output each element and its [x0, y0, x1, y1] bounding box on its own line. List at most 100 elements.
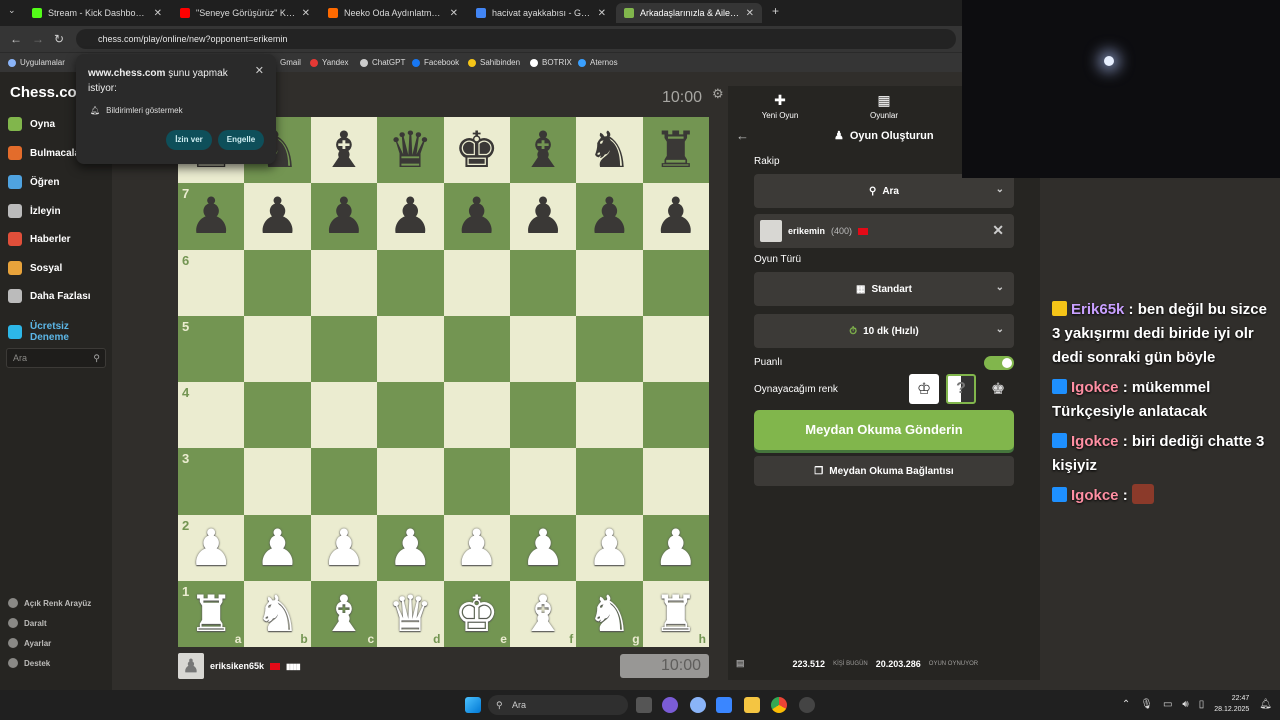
board-square[interactable]: 1 a ♜ — [178, 580, 245, 647]
black-rook-icon[interactable]: ♜ — [653, 125, 698, 175]
board-square[interactable] — [244, 448, 311, 515]
battery-icon[interactable]: ▯ — [1199, 699, 1205, 710]
sidebar-footer-item[interactable]: Daralt — [8, 618, 47, 628]
chat-icon[interactable]: ▤ — [736, 658, 745, 669]
sidebar-footer-item[interactable]: Destek — [8, 658, 50, 668]
windows-start-icon[interactable] — [465, 697, 481, 713]
bookmark-item[interactable]: ChatGPT — [360, 58, 405, 67]
file-explorer-icon[interactable] — [744, 697, 760, 713]
board-square[interactable]: ♜ — [642, 117, 709, 184]
board-square[interactable]: ♟ — [310, 183, 378, 250]
board-square[interactable]: b ♞ — [244, 580, 311, 647]
chess-board[interactable]: 8♜♞♝♛♚♝♞♜7♟♟♟♟♟♟♟♟65432♟♟♟♟♟♟♟♟1a♜b♞c♝d♛… — [178, 117, 709, 647]
board-square[interactable] — [576, 382, 643, 449]
black-queen-icon[interactable]: ♛ — [388, 125, 433, 175]
board-square[interactable] — [377, 249, 444, 316]
tab-close-icon[interactable]: ✕ — [302, 8, 310, 19]
app-icon[interactable] — [799, 697, 815, 713]
board-square[interactable] — [377, 382, 444, 449]
black-bishop-icon[interactable]: ♝ — [521, 125, 566, 175]
sidebar-footer-item[interactable]: Ayarlar — [8, 638, 51, 648]
board-square[interactable]: ♞ — [576, 117, 643, 184]
remove-opponent-icon[interactable]: ✕ — [992, 222, 1004, 239]
board-square[interactable] — [509, 249, 577, 316]
network-icon[interactable]: ▭ — [1163, 699, 1172, 710]
board-square[interactable]: ♟ — [377, 514, 444, 581]
board-square[interactable]: d ♛ — [377, 580, 444, 647]
bookmark-item[interactable]: Yandex — [310, 58, 349, 67]
bookmark-item[interactable]: Aternos — [578, 58, 618, 67]
board-square[interactable]: ♟ — [443, 183, 510, 250]
board-square[interactable] — [377, 315, 444, 382]
board-square[interactable]: ♟ — [642, 514, 709, 581]
time-control-select[interactable]: ⏱ 10 dk (Hızlı) ⌄ — [754, 314, 1014, 348]
board-square[interactable]: ♝ — [509, 117, 577, 184]
board-square[interactable]: c ♝ — [310, 580, 378, 647]
board-square[interactable] — [244, 382, 311, 449]
white-pawn-icon[interactable]: ♟ — [255, 523, 300, 573]
board-square[interactable] — [310, 382, 378, 449]
white-pawn-icon[interactable]: ♟ — [454, 523, 499, 573]
back-icon[interactable]: ← — [10, 32, 22, 46]
opponent-name[interactable]: erikemin — [788, 226, 825, 236]
sidebar-item[interactable]: Öğren — [8, 172, 108, 192]
bookmark-item[interactable]: Sahibinden — [468, 58, 520, 67]
board-square[interactable] — [310, 249, 378, 316]
player-avatar[interactable]: ♟ — [178, 653, 204, 679]
black-pawn-icon[interactable]: ♟ — [587, 191, 632, 241]
browser-tab[interactable]: Neeko Oda Aydınlatma Sistem ✕ — [320, 3, 466, 23]
board-square[interactable]: ♟ — [377, 183, 444, 250]
board-square[interactable]: 7 ♟ — [178, 183, 245, 250]
white-bishop-icon[interactable]: ♝ — [322, 589, 367, 639]
chevron-up-icon[interactable]: ⌃ — [1122, 699, 1130, 710]
white-color-button[interactable]: ♔ — [909, 374, 939, 404]
white-pawn-icon[interactable]: ♟ — [189, 523, 234, 573]
board-square[interactable]: 2 ♟ — [178, 514, 245, 581]
white-pawn-icon[interactable]: ♟ — [587, 523, 632, 573]
board-square[interactable]: 3 — [178, 448, 245, 515]
board-square[interactable]: ♟ — [310, 514, 378, 581]
volume-icon[interactable]: 🔊︎ — [1182, 699, 1188, 710]
white-rook-icon[interactable]: ♜ — [189, 589, 234, 639]
challenge-link-button[interactable]: ❐ Meydan Okuma Bağlantısı — [754, 456, 1014, 486]
back-arrow-icon[interactable]: ← — [736, 128, 749, 143]
send-challenge-button[interactable]: Meydan Okuma Gönderin — [754, 410, 1014, 450]
rated-toggle[interactable] — [984, 356, 1014, 370]
board-square[interactable]: f ♝ — [509, 580, 577, 647]
board-square[interactable] — [244, 315, 311, 382]
white-king-icon[interactable]: ♚ — [454, 589, 499, 639]
tab-close-icon[interactable]: ✕ — [154, 8, 162, 19]
board-square[interactable] — [642, 315, 709, 382]
game-type-select[interactable]: ▦ Standart ⌄ — [754, 272, 1014, 306]
black-knight-icon[interactable]: ♞ — [587, 125, 632, 175]
sidebar-footer-item[interactable]: Açık Renk Arayüz — [8, 598, 91, 608]
sidebar-item[interactable]: Daha Fazlası — [8, 286, 108, 306]
white-knight-icon[interactable]: ♞ — [255, 589, 300, 639]
black-pawn-icon[interactable]: ♟ — [454, 191, 499, 241]
sidebar-item[interactable]: Sosyal — [8, 258, 108, 278]
tab-close-icon[interactable]: ✕ — [746, 8, 754, 19]
board-square[interactable] — [310, 448, 378, 515]
black-pawn-icon[interactable]: ♟ — [189, 191, 234, 241]
tab-close-icon[interactable]: ✕ — [450, 8, 458, 19]
bookmark-item[interactable]: Facebook — [412, 58, 459, 67]
board-square[interactable] — [443, 448, 510, 515]
board-square[interactable]: ♟ — [509, 183, 577, 250]
white-pawn-icon[interactable]: ♟ — [653, 523, 698, 573]
board-square[interactable]: ♟ — [244, 183, 311, 250]
bookmark-item[interactable]: BOTRIX — [530, 58, 572, 67]
player-name[interactable]: eriksiken65k — [210, 661, 264, 671]
copilot-icon[interactable] — [662, 697, 678, 713]
black-color-button[interactable]: ♚ — [983, 374, 1013, 404]
browser-tab[interactable]: hacivat ayakkabısı - Google'da ✕ — [468, 3, 614, 23]
board-square[interactable] — [443, 382, 510, 449]
microphone-icon[interactable]: 🎙︎ — [1140, 699, 1153, 710]
browser-tab[interactable]: Arkadaşlarınızla & Ailenizle Üc ✕ — [616, 3, 762, 23]
settings-icon[interactable] — [690, 697, 706, 713]
white-rook-icon[interactable]: ♜ — [653, 589, 698, 639]
white-queen-icon[interactable]: ♛ — [388, 589, 433, 639]
white-bishop-icon[interactable]: ♝ — [521, 589, 566, 639]
url-input[interactable]: chess.com/play/online/new?opponent=erike… — [76, 29, 956, 49]
allow-button[interactable]: İzin ver — [166, 130, 212, 150]
black-pawn-icon[interactable]: ♟ — [653, 191, 698, 241]
